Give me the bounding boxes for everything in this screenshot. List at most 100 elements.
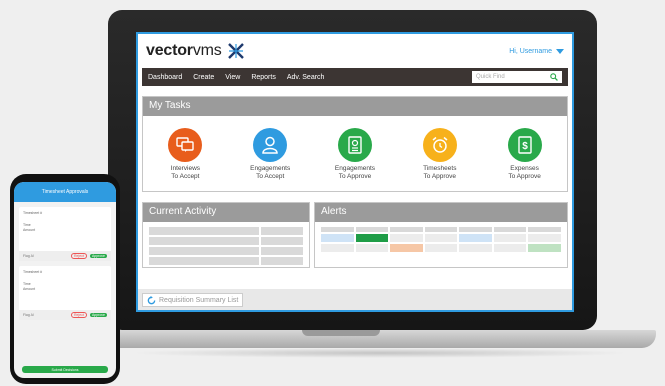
card-actions: Flag Al Reject Approve <box>19 310 111 320</box>
task-line2: To Approve <box>508 173 541 181</box>
footer-bar: Requisition Summary List <box>138 289 572 310</box>
mobile-header-title: Timesheet Approvals <box>41 189 89 195</box>
alert-cell-highlight[interactable] <box>459 234 492 242</box>
alert-cell-highlight[interactable] <box>321 234 354 242</box>
task-engagements-to-approve[interactable]: Engagements To Approve <box>315 128 395 181</box>
alerts-grid <box>315 222 567 257</box>
task-line1: Engagements <box>334 165 376 172</box>
requisition-summary-label: Requisition Summary List <box>159 296 239 304</box>
table-cell <box>149 237 259 245</box>
user-greeting: Hi, Username <box>509 47 552 55</box>
table-cell <box>149 227 259 235</box>
task-line1: Expenses <box>510 165 539 172</box>
table-cell <box>528 234 561 242</box>
table-cell <box>424 244 458 252</box>
card-flag[interactable]: Flag Al <box>23 254 34 258</box>
task-line1: Engagements <box>250 165 291 172</box>
laptop-shadow <box>130 348 630 358</box>
nav-dashboard[interactable]: Dashboard <box>148 74 182 81</box>
table-cell <box>355 227 389 232</box>
table-cell <box>149 247 259 255</box>
task-engagements-to-accept[interactable]: Engagements To Accept <box>230 128 310 181</box>
approve-button[interactable]: Approve <box>89 254 107 258</box>
table-cell <box>321 227 354 232</box>
main-navbar: Dashboard Create View Reports Adv. Searc… <box>142 68 568 86</box>
alert-cell-highlight[interactable] <box>528 244 561 252</box>
reject-button[interactable]: Reject <box>71 312 87 318</box>
task-interviews-to-accept[interactable]: Interviews To Accept <box>145 128 225 181</box>
task-line2: To Approve <box>423 173 457 181</box>
card-label: Timesheet # <box>23 211 43 215</box>
reject-button[interactable]: Reject <box>71 253 87 259</box>
task-expenses-to-approve[interactable]: $ Expenses To Approve <box>485 128 565 181</box>
alerts-panel: Alerts <box>314 202 568 268</box>
user-icon <box>253 128 288 162</box>
task-line1: Timesheets <box>423 165 457 172</box>
nav-create[interactable]: Create <box>193 74 214 81</box>
chevron-down-icon <box>556 48 564 54</box>
task-timesheets-to-approve[interactable]: Timesheets To Approve <box>400 128 480 181</box>
logo-text-light: vms <box>192 42 222 59</box>
table-cell <box>321 244 354 252</box>
task-line2: To Accept <box>171 173 200 181</box>
alert-cell-highlight[interactable] <box>390 244 423 252</box>
table-cell <box>528 227 561 232</box>
task-line2: To Accept <box>256 173 285 181</box>
alert-cell-highlight[interactable] <box>355 234 389 242</box>
table-cell <box>424 234 458 242</box>
logo-text-bold: vector <box>146 42 193 59</box>
mobile-timesheet-card[interactable]: Timesheet # Time Amount Flag Al Reject A… <box>19 207 111 261</box>
my-tasks-panel: My Tasks Interviews To Accept Engagements… <box>142 96 568 192</box>
chat-icon <box>168 128 203 162</box>
task-line1: Interviews <box>170 165 201 172</box>
activity-table <box>143 222 309 270</box>
table-cell <box>355 244 389 252</box>
table-cell <box>459 244 492 252</box>
table-cell <box>260 257 303 265</box>
nav-adv-search[interactable]: Adv. Search <box>287 74 325 81</box>
table-cell <box>260 227 303 235</box>
my-tasks-title: My Tasks <box>143 97 567 116</box>
task-line2: To Approve <box>338 173 372 181</box>
card-flag[interactable]: Flag Al <box>23 313 34 317</box>
requisition-summary-link[interactable]: Requisition Summary List <box>142 293 244 307</box>
quick-find-input[interactable]: Quick Find <box>472 71 562 83</box>
table-cell <box>260 237 303 245</box>
table-cell <box>149 257 259 265</box>
mobile-header: Timesheet Approvals <box>14 182 116 202</box>
user-menu[interactable]: Hi, Username <box>509 48 564 55</box>
refresh-icon <box>147 295 156 304</box>
table-cell <box>459 227 492 232</box>
app-logo[interactable]: vector vms <box>146 42 245 60</box>
search-icon[interactable] <box>550 73 558 81</box>
app-header: vector vms Hi, Username <box>138 34 572 68</box>
alerts-title: Alerts <box>315 203 567 222</box>
laptop-screen: vector vms Hi, Username Dashboard Create… <box>136 32 574 312</box>
laptop-notch <box>302 330 380 336</box>
current-activity-title: Current Activity <box>143 203 309 222</box>
id-badge-icon <box>337 128 372 162</box>
quick-find-placeholder: Quick Find <box>476 74 505 80</box>
table-cell <box>493 227 527 232</box>
alarm-clock-icon <box>422 128 457 162</box>
nav-view[interactable]: View <box>225 74 240 81</box>
phone-screen: Timesheet Approvals Timesheet # Time Amo… <box>14 182 116 378</box>
table-cell <box>493 234 527 242</box>
table-cell <box>260 247 303 255</box>
mobile-timesheet-card[interactable]: Timesheet # Time Amount Flag Al Reject A… <box>19 266 111 320</box>
table-cell <box>390 227 423 232</box>
submit-decisions-button[interactable]: Submit Decisions <box>22 366 108 373</box>
dollar-icon: $ <box>507 128 542 162</box>
card-amount-label: Amount <box>23 228 36 233</box>
approve-button[interactable]: Approve <box>89 313 107 317</box>
table-cell <box>390 234 423 242</box>
table-cell <box>493 244 527 252</box>
table-cell <box>424 227 458 232</box>
nav-reports[interactable]: Reports <box>251 74 276 81</box>
card-actions: Flag Al Reject Approve <box>19 251 111 261</box>
current-activity-panel: Current Activity <box>142 202 310 268</box>
svg-text:$: $ <box>522 141 528 152</box>
card-amount-label: Amount <box>23 287 36 292</box>
card-label: Timesheet # <box>23 270 43 274</box>
vector-logo-icon <box>227 43 244 59</box>
